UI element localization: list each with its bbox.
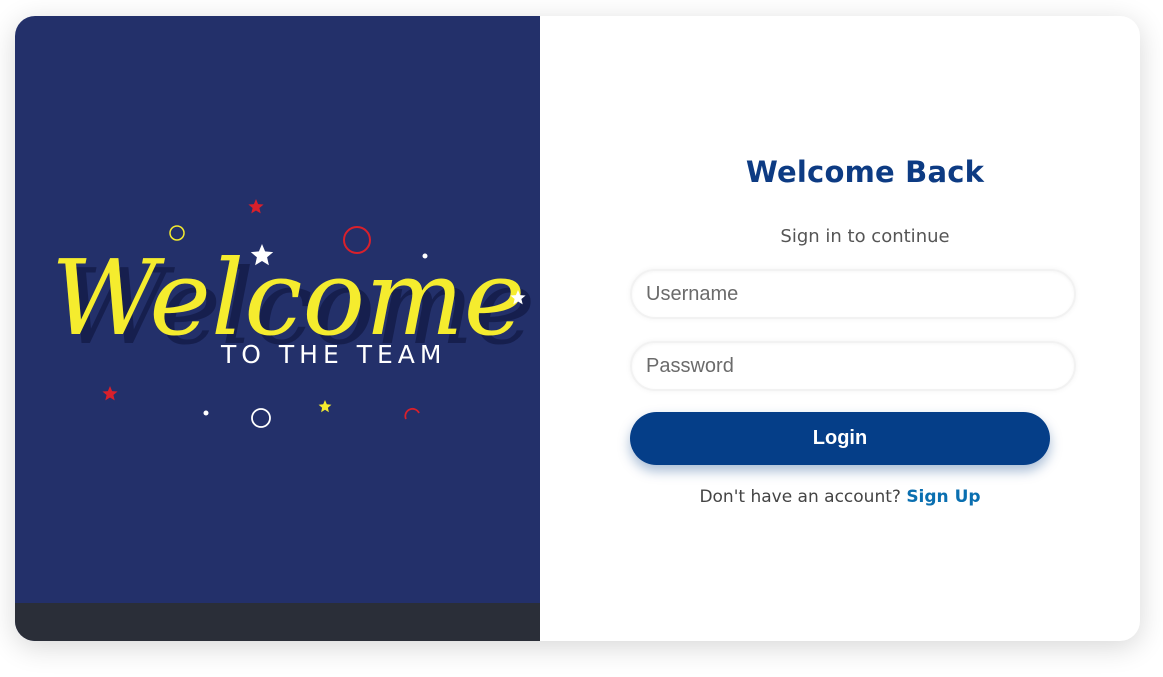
username-input[interactable] bbox=[632, 271, 1074, 317]
hero-bottom-strip bbox=[15, 603, 540, 641]
star-icon bbox=[102, 386, 118, 401]
welcome-hero-panel: Welcome Welcome TO THE TEAM bbox=[15, 16, 540, 641]
page-subtitle: Sign in to continue bbox=[780, 226, 950, 247]
password-input[interactable] bbox=[632, 343, 1074, 389]
welcome-tagline: TO THE TEAM bbox=[220, 340, 446, 369]
page-title: Welcome Back bbox=[745, 155, 985, 189]
password-field-wrapper bbox=[630, 341, 1076, 391]
signup-prompt-text: Don't have an account? bbox=[699, 487, 907, 507]
signup-link[interactable]: Sign Up bbox=[906, 487, 980, 507]
login-form-panel: Welcome Back Sign in to continue Login D… bbox=[540, 16, 1140, 641]
circle-decoration bbox=[251, 408, 271, 428]
login-button[interactable]: Login bbox=[630, 412, 1050, 465]
star-icon bbox=[318, 400, 332, 413]
dot-decoration bbox=[203, 410, 209, 416]
username-field-wrapper bbox=[630, 269, 1076, 319]
arc-decoration bbox=[404, 407, 420, 420]
signup-prompt-row: Don't have an account? Sign Up bbox=[540, 487, 1140, 507]
welcome-illustration: Welcome Welcome TO THE TEAM bbox=[51, 199, 535, 428]
star-icon bbox=[248, 199, 264, 214]
login-card: Welcome Welcome TO THE TEAM Welcome Back… bbox=[15, 16, 1140, 641]
dot-decoration bbox=[422, 253, 428, 259]
